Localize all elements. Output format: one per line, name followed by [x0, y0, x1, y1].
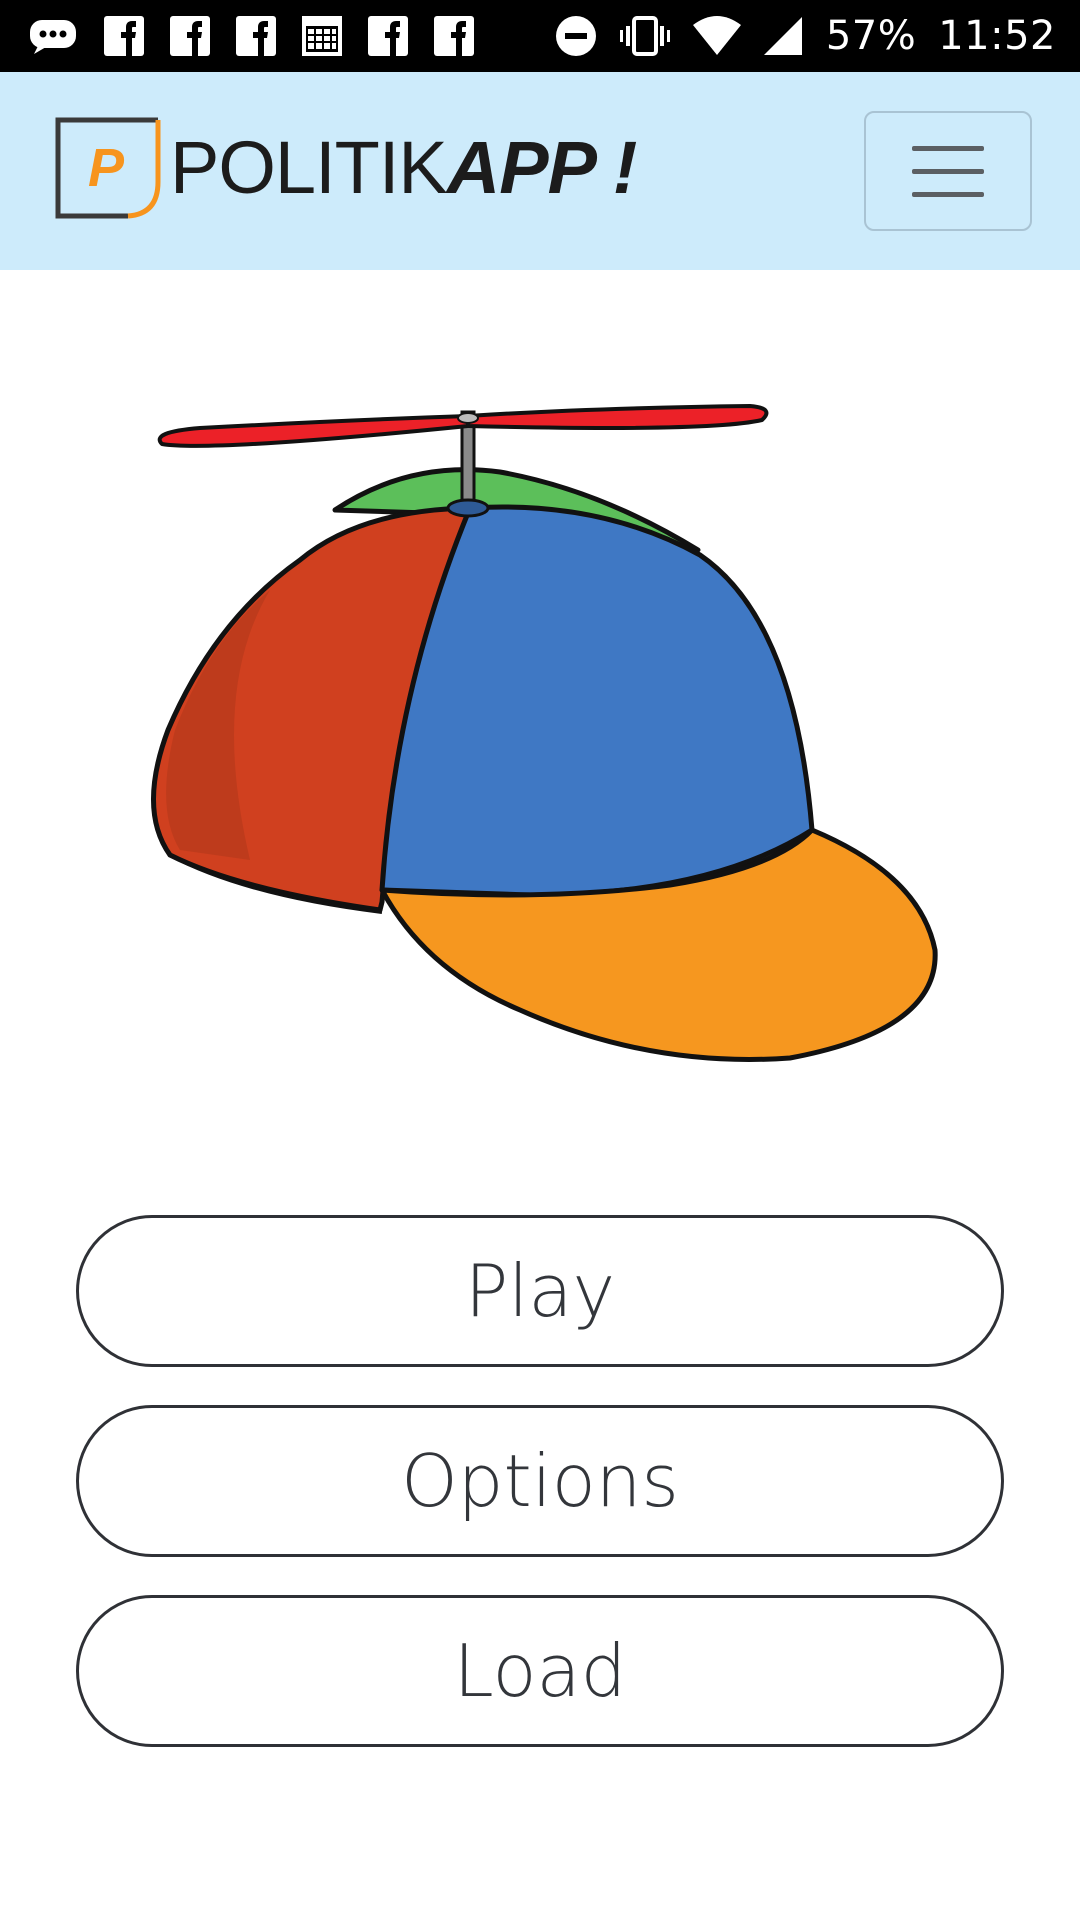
status-bar: 57% 11:52: [0, 0, 1080, 72]
app-title: POLITIKAPP !: [170, 131, 637, 205]
propeller-cap-illustration: [151, 404, 938, 1062]
play-button[interactable]: Play: [76, 1215, 1004, 1367]
main-menu: Play Options Load: [76, 1215, 1004, 1785]
vibrate-icon: [618, 14, 672, 58]
calendar-grid-icon: [300, 14, 344, 58]
app-title-bold: APP !: [446, 126, 638, 209]
facebook-icon: [102, 14, 146, 58]
notification-icons: [28, 14, 498, 58]
brand[interactable]: P POLITIKAPP !: [54, 116, 637, 220]
facebook-icon: [432, 14, 476, 58]
system-icons: 57% 11:52: [534, 13, 1056, 59]
wifi-icon: [692, 15, 742, 57]
facebook-icon: [234, 14, 278, 58]
options-button[interactable]: Options: [76, 1405, 1004, 1557]
facebook-icon: [366, 14, 410, 58]
logo-letter: P: [88, 138, 125, 198]
app-header: P POLITIKAPP !: [0, 72, 1080, 270]
facebook-icon: [168, 14, 212, 58]
hamburger-icon-bar: [912, 168, 984, 174]
do-not-disturb-icon: [554, 14, 598, 58]
battery-percent: 57%: [825, 13, 917, 59]
hamburger-menu-button[interactable]: [864, 111, 1032, 231]
hamburger-icon: [912, 145, 984, 151]
load-button[interactable]: Load: [76, 1595, 1004, 1747]
clock: 11:52: [938, 13, 1056, 59]
message-dots-icon: [28, 16, 80, 56]
app-title-light: POLITIK: [170, 126, 448, 209]
app-logo-icon: P: [55, 117, 161, 219]
hamburger-icon-bar: [912, 191, 984, 197]
cell-signal-icon: [762, 15, 804, 57]
